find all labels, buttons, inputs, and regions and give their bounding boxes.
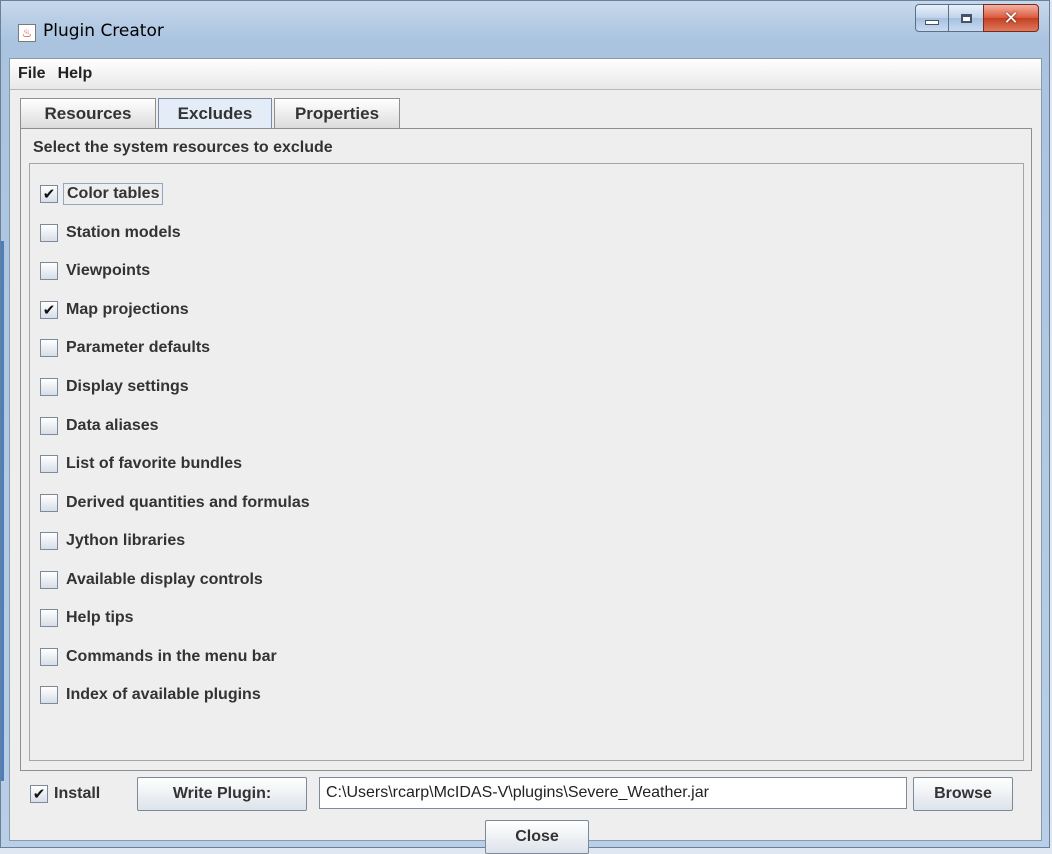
item-label: Jython libraries xyxy=(66,532,186,549)
title-bar[interactable]: ♨ Plugin Creator ✕ xyxy=(1,1,1049,57)
exclude-item-display-settings[interactable]: Display settings xyxy=(40,375,189,399)
checkbox[interactable] xyxy=(40,571,58,589)
menu-bar: File Help xyxy=(10,59,1041,90)
checkbox[interactable] xyxy=(40,262,58,280)
item-label: Available display controls xyxy=(66,571,263,588)
item-label: List of favorite bundles xyxy=(66,455,243,472)
menu-file[interactable]: File xyxy=(14,65,54,83)
browse-button[interactable]: Browse xyxy=(913,777,1013,811)
window-title: Plugin Creator xyxy=(43,21,164,41)
checkbox[interactable] xyxy=(40,339,58,357)
panel-heading: Select the system resources to exclude xyxy=(33,139,333,156)
exclude-item-plugin-index[interactable]: Index of available plugins xyxy=(40,683,261,707)
exclude-item-display-controls[interactable]: Available display controls xyxy=(40,568,263,592)
window-edge-accent xyxy=(1,241,4,781)
item-label: Color tables xyxy=(63,183,164,205)
client-area: File Help Resources Excludes Properties … xyxy=(9,58,1042,854)
item-label: Map projections xyxy=(66,301,189,318)
checkbox[interactable] xyxy=(40,417,58,435)
checkbox[interactable]: ✔ xyxy=(40,185,58,203)
maximize-icon xyxy=(960,13,972,23)
footer-bar: ✔ Install Write Plugin: C:\Users\rcarp\M… xyxy=(10,777,1041,854)
minimize-button[interactable] xyxy=(915,4,949,32)
checkbox[interactable] xyxy=(40,494,58,512)
exclude-list: ✔ Color tables Station models Viewpoints… xyxy=(29,163,1024,761)
checkbox[interactable] xyxy=(40,648,58,666)
java-app-icon: ♨ xyxy=(18,24,36,42)
item-label: Help tips xyxy=(66,609,134,626)
tab-properties[interactable]: Properties xyxy=(274,98,400,128)
checkbox[interactable] xyxy=(40,455,58,473)
tab-resources[interactable]: Resources xyxy=(20,98,156,128)
exclude-item-derived-quantities[interactable]: Derived quantities and formulas xyxy=(40,491,310,515)
exclude-item-color-tables[interactable]: ✔ Color tables xyxy=(40,182,164,206)
close-button[interactable]: Close xyxy=(485,820,589,854)
exclude-item-jython-libraries[interactable]: Jython libraries xyxy=(40,529,185,553)
tab-excludes[interactable]: Excludes xyxy=(158,98,272,129)
plugin-creator-window: ♨ Plugin Creator ✕ File Help Resources E… xyxy=(0,0,1050,854)
plugin-path-field[interactable]: C:\Users\rcarp\McIDAS-V\plugins\Severe_W… xyxy=(319,777,907,809)
checkbox[interactable] xyxy=(40,609,58,627)
install-checkbox-row[interactable]: ✔ Install xyxy=(30,777,100,811)
item-label: Derived quantities and formulas xyxy=(66,494,310,511)
item-label: Viewpoints xyxy=(66,262,151,279)
item-label: Station models xyxy=(66,224,181,241)
maximize-button[interactable] xyxy=(949,4,983,32)
menu-help[interactable]: Help xyxy=(54,65,101,83)
item-label: Index of available plugins xyxy=(66,686,261,703)
caption-buttons: ✕ xyxy=(915,4,1039,32)
item-label: Parameter defaults xyxy=(66,339,211,356)
tab-strip: Resources Excludes Properties xyxy=(20,98,402,129)
item-label: Display settings xyxy=(66,378,189,395)
exclude-item-parameter-defaults[interactable]: Parameter defaults xyxy=(40,336,210,360)
exclude-item-viewpoints[interactable]: Viewpoints xyxy=(40,259,150,283)
exclude-item-map-projections[interactable]: ✔ Map projections xyxy=(40,298,189,322)
minimize-icon xyxy=(925,19,939,25)
exclude-item-station-models[interactable]: Station models xyxy=(40,221,181,245)
excludes-panel: Select the system resources to exclude ✔… xyxy=(20,128,1032,771)
write-plugin-button[interactable]: Write Plugin: xyxy=(137,777,307,811)
item-label: Data aliases xyxy=(66,417,159,434)
exclude-item-menu-commands[interactable]: Commands in the menu bar xyxy=(40,645,277,669)
checkbox[interactable] xyxy=(40,686,58,704)
install-checkbox[interactable]: ✔ xyxy=(30,785,48,803)
exclude-item-favorite-bundles[interactable]: List of favorite bundles xyxy=(40,452,242,476)
checkbox[interactable] xyxy=(40,378,58,396)
close-window-button[interactable]: ✕ xyxy=(983,4,1039,32)
install-label: Install xyxy=(54,785,101,802)
checkbox[interactable] xyxy=(40,532,58,550)
item-label: Commands in the menu bar xyxy=(66,648,277,665)
close-icon: ✕ xyxy=(1003,7,1019,29)
checkbox[interactable]: ✔ xyxy=(40,301,58,319)
exclude-item-help-tips[interactable]: Help tips xyxy=(40,606,134,630)
exclude-item-data-aliases[interactable]: Data aliases xyxy=(40,414,159,438)
checkbox[interactable] xyxy=(40,224,58,242)
